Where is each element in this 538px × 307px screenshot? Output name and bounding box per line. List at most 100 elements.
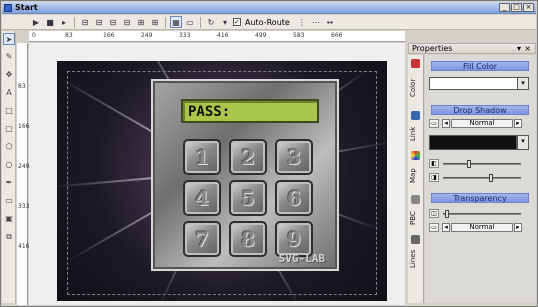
key-label: 6	[287, 186, 301, 210]
blend-next-button[interactable]: ▸	[514, 223, 522, 232]
blend-prev-button[interactable]: ◂	[442, 119, 450, 128]
shadow-color-swatch[interactable]	[429, 135, 517, 150]
design-canvas[interactable]: PASS: 1 2 3 4 5 6 7 8 9 SVG-LAB	[29, 43, 405, 305]
transparency-slider[interactable]	[443, 213, 521, 215]
tab-color[interactable]: Color	[409, 71, 423, 105]
key-label: 4	[195, 186, 209, 210]
key-grid: 1 2 3 4 5 6 7 8 9	[183, 139, 313, 257]
ellipse-tool-icon[interactable]: ○	[3, 159, 15, 171]
lcd-display: PASS:	[181, 99, 319, 123]
ruler-label: 333	[18, 203, 30, 210]
toolbar-separator	[165, 16, 166, 28]
connector-icon[interactable]: ⋮	[296, 16, 308, 28]
key-8[interactable]: 8	[229, 221, 267, 257]
offset-icon: ◧	[429, 159, 439, 168]
shadow-offset-slider[interactable]	[443, 163, 521, 165]
slider-thumb[interactable]	[489, 174, 493, 182]
text-tool-icon[interactable]: A	[3, 87, 15, 99]
key-6[interactable]: 6	[275, 180, 313, 216]
ruler-label: 499	[255, 32, 267, 39]
shadow-blur-row: ◨	[429, 173, 529, 183]
slider-thumb[interactable]	[445, 210, 449, 218]
title-bar: Start _ □ ×	[2, 2, 536, 14]
ruler-label: 666	[331, 32, 343, 39]
shadow-blur-slider[interactable]	[443, 177, 521, 179]
fill-color-header: Fill Color	[431, 61, 529, 71]
tab-link[interactable]: Link	[409, 121, 423, 147]
keypad-widget[interactable]: PASS: 1 2 3 4 5 6 7 8 9 SVG-LAB	[151, 79, 339, 271]
play-icon[interactable]: ▶	[30, 16, 42, 28]
minimize-button[interactable]: _	[499, 3, 510, 12]
pen-tool-icon[interactable]: ✒	[3, 177, 15, 189]
fill-color-dropdown[interactable]: ▾	[517, 77, 529, 90]
stop-icon[interactable]: ■	[44, 16, 56, 28]
distribute-h-icon[interactable]: ⊞	[135, 16, 147, 28]
brand-logo: SVG-LAB	[278, 252, 325, 265]
distribute-v-icon[interactable]: ⊞	[149, 16, 161, 28]
key-3[interactable]: 3	[275, 139, 313, 175]
pointer-tool-icon[interactable]: ➤	[3, 33, 15, 45]
key-label: 9	[287, 227, 301, 251]
transparency-slider-row: ◫	[429, 209, 529, 219]
slider-thumb[interactable]	[467, 160, 471, 168]
arrows-icon[interactable]: ↔	[324, 16, 336, 28]
key-1[interactable]: 1	[183, 139, 221, 175]
key-label: 3	[287, 145, 301, 169]
rotate-icon[interactable]: ↻	[205, 16, 217, 28]
key-7[interactable]: 7	[183, 221, 221, 257]
ruler-label: 416	[18, 243, 30, 250]
pan-tool-icon[interactable]: ✥	[3, 69, 15, 81]
key-4[interactable]: 4	[183, 180, 221, 216]
align-center-icon[interactable]: ⊟	[93, 16, 105, 28]
blur-icon: ◨	[429, 173, 439, 182]
rounded-rect-tool-icon[interactable]: ▢	[3, 123, 15, 135]
properties-close-button[interactable]: ×	[524, 44, 531, 53]
vertical-ruler: 83 166 249 333 416	[17, 43, 30, 305]
auto-route-checkbox[interactable]: ✓	[233, 18, 241, 26]
maximize-button[interactable]: □	[511, 3, 522, 12]
image-tool-icon[interactable]: ▣	[3, 213, 15, 225]
key-label: 2	[241, 145, 255, 169]
tab-map[interactable]: Map	[409, 163, 423, 189]
align-top-icon[interactable]: ⊟	[121, 16, 133, 28]
polygon-tool-icon[interactable]: ⬠	[3, 141, 15, 153]
drop-shadow-blend-select[interactable]: Normal	[451, 119, 513, 128]
lcd-text: PASS:	[188, 104, 231, 120]
fill-color-swatch[interactable]	[429, 77, 519, 90]
app-window: Start _ □ × ▶ ■ ▸ ⊟ ⊟ ⊟ ⊟ ⊞ ⊞ ▦ ▭ ↻ ▾ ✓ …	[0, 0, 538, 307]
grid-snap-icon[interactable]: ▦	[170, 16, 182, 28]
map-tab-icon	[411, 151, 420, 160]
dropdown-arrow-icon[interactable]: ▾	[219, 16, 231, 28]
key-5[interactable]: 5	[229, 180, 267, 216]
toolbar-separator	[200, 16, 201, 28]
transparency-blend-select[interactable]: Normal	[451, 223, 513, 232]
align-right-icon[interactable]: ⊟	[107, 16, 119, 28]
route-icon[interactable]: ⋯	[310, 16, 322, 28]
toolbar-separator	[74, 16, 75, 28]
component-tool-icon[interactable]: ⧉	[3, 231, 15, 243]
blend-prev-button[interactable]: ◂	[442, 223, 450, 232]
eraser-tool-icon[interactable]: ▭	[3, 195, 15, 207]
key-2[interactable]: 2	[229, 139, 267, 175]
node-tool-icon[interactable]: ✎	[3, 51, 15, 63]
close-button[interactable]: ×	[523, 3, 534, 12]
tab-pbc[interactable]: PBC	[409, 205, 423, 231]
blend-icon: ▭	[429, 223, 439, 232]
tab-lines[interactable]: Lines	[409, 245, 423, 273]
ruler-label: 249	[18, 163, 30, 170]
rectangle-tool-icon[interactable]: □	[3, 105, 15, 117]
blend-icon: ▭	[429, 119, 439, 128]
layer-icon[interactable]: ▭	[184, 16, 196, 28]
step-icon[interactable]: ▸	[58, 16, 70, 28]
blend-next-button[interactable]: ▸	[514, 119, 522, 128]
shadow-color-dropdown[interactable]: ▾	[517, 135, 529, 150]
align-left-icon[interactable]: ⊟	[79, 16, 91, 28]
ruler-label: 83	[65, 32, 73, 39]
key-label: 1	[195, 145, 209, 169]
tool-palette: ➤ ✎ ✥ A □ ▢ ⬠ ○ ✒ ▭ ▣ ⧉	[2, 31, 16, 303]
pin-button[interactable]: ▾	[517, 44, 521, 53]
transparency-header: Transparency	[431, 193, 529, 203]
properties-header: Properties ▾ ×	[408, 43, 536, 54]
ruler-label: 166	[18, 123, 30, 130]
window-title: Start	[15, 3, 38, 12]
